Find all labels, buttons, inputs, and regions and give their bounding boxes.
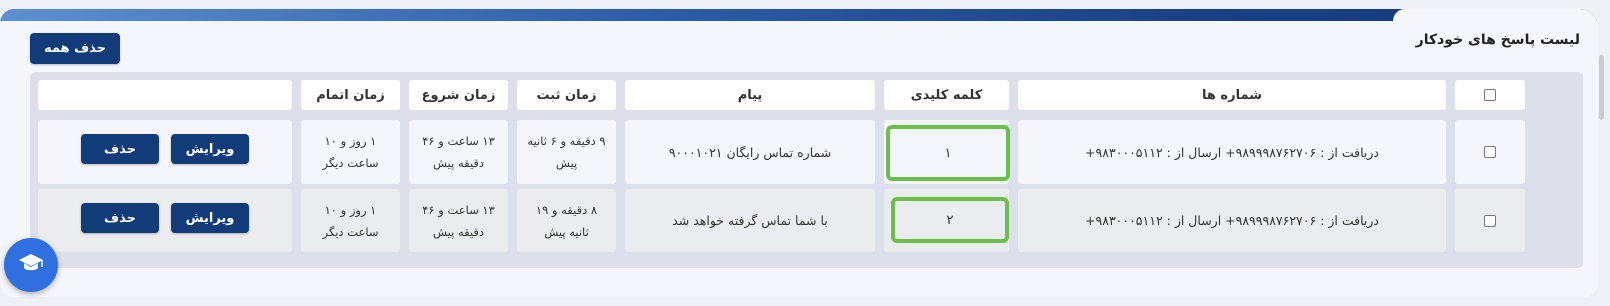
graduation-cap-icon (18, 252, 44, 278)
header-select-cell (1455, 80, 1525, 110)
select-all-checkbox[interactable] (1484, 89, 1496, 101)
row-end-time: ۱ روز و ۱۰ ساعت دیگر (301, 189, 400, 252)
scrollbar[interactable] (1599, 55, 1604, 120)
row-checkbox[interactable] (1484, 214, 1496, 227)
row-actions-cell (38, 120, 292, 184)
header-actions (38, 80, 292, 110)
row-message: با شما تماس گرفته خواهد شد (625, 189, 875, 252)
row-keyword: ۱ (886, 125, 1010, 181)
header-numbers: شماره ها (1018, 80, 1446, 110)
row-select-cell (1455, 120, 1525, 184)
header-start-time: زمان شروع (409, 80, 508, 110)
row-select-cell (1455, 189, 1525, 252)
auto-reply-panel: لیست پاسخ های خودکار حذف همه شماره ها کل… (0, 9, 1598, 297)
header-end-time: زمان اتمام (301, 80, 400, 110)
header-message: پیام (625, 80, 875, 110)
delete-button[interactable]: حذف (81, 203, 159, 233)
row-actions-cell (38, 189, 292, 252)
auto-reply-table: شماره ها کلمه کلیدی پیام زمان ثبت زمان ش… (30, 72, 1583, 268)
row-registered-time: ۸ دقیقه و ۱۹ ثانیه پیش (517, 189, 616, 252)
row-end-time: ۱ روز و ۱۰ ساعت دیگر (301, 120, 400, 184)
help-fab-button[interactable] (4, 238, 58, 292)
row-registered-time: ۹ دقیقه و ۶ ثانیه پیش (517, 120, 616, 184)
delete-all-button[interactable]: حذف همه (30, 33, 120, 64)
row-numbers: دریافت از : ۹۸۹۹۹۸۷۶۲۷۰۶+ ارسال از : ۹۸۳… (1018, 120, 1446, 184)
row-start-time: ۱۳ ساعت و ۴۶ دقیقه پیش (409, 120, 508, 184)
panel-title-tab (1393, 9, 1598, 21)
edit-button[interactable]: ویرایش (171, 134, 249, 164)
page-title: لیست پاسخ های خودکار (1415, 32, 1580, 48)
row-message: شماره تماس رایگان ۹۰۰۰۱۰۲۱ (625, 120, 875, 184)
panel-top-bar (0, 9, 1598, 21)
row-numbers: دریافت از : ۹۸۹۹۹۸۷۶۲۷۰۶+ ارسال از : ۹۸۳… (1018, 189, 1446, 252)
edit-button[interactable]: ویرایش (171, 203, 249, 233)
header-registered-time: زمان ثبت (517, 80, 616, 110)
row-keyword: ۲ (891, 197, 1009, 243)
row-checkbox[interactable] (1484, 146, 1496, 158)
header-keyword: کلمه کلیدی (884, 80, 1009, 110)
delete-button[interactable]: حذف (81, 134, 159, 164)
row-start-time: ۱۳ ساعت و ۴۶ دقیقه پیش (409, 189, 508, 252)
